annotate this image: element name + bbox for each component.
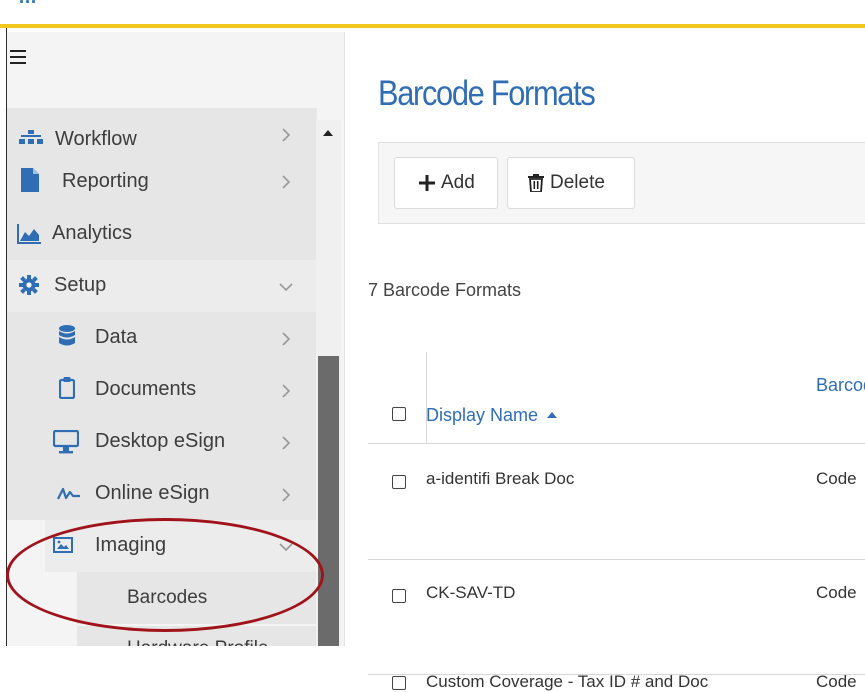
sidebar-item-data[interactable]: Data bbox=[7, 312, 317, 364]
add-button[interactable]: Add bbox=[394, 157, 498, 209]
gear-icon bbox=[19, 275, 39, 295]
sort-ascending-icon bbox=[547, 412, 558, 418]
chevron-down-icon bbox=[279, 283, 293, 292]
sidebar-item-label: Analytics bbox=[52, 222, 133, 244]
signature-icon bbox=[57, 487, 81, 501]
column-divider bbox=[426, 352, 427, 444]
chevron-right-icon bbox=[282, 488, 291, 502]
delete-button[interactable]: Delete bbox=[507, 157, 635, 209]
chevron-right-icon bbox=[282, 175, 291, 189]
sidebar-item-label: Documents bbox=[95, 378, 197, 400]
database-icon bbox=[59, 325, 75, 347]
select-all-checkbox[interactable] bbox=[392, 407, 406, 421]
sidebar-item-label: Desktop eSign bbox=[95, 430, 226, 452]
chevron-down-icon bbox=[279, 543, 293, 552]
sidebar-item-documents[interactable]: Documents bbox=[7, 364, 317, 416]
toolbar: Add Delete bbox=[378, 142, 865, 224]
sidebar-item-setup[interactable]: Setup bbox=[7, 260, 317, 312]
main-content: Barcode Formats Add Delete 7 Barcode For… bbox=[346, 32, 865, 691]
delete-label: Delete bbox=[550, 172, 605, 193]
sidebar-item-label: Imaging bbox=[95, 534, 167, 556]
sidebar-item-label: Reporting bbox=[62, 170, 149, 192]
row-divider bbox=[368, 559, 865, 560]
column-header-barcode-type[interactable]: Barcode Type bbox=[816, 368, 865, 403]
sidebar-item-imaging[interactable]: Imaging bbox=[45, 520, 317, 572]
sidebar-item-workflow[interactable]: Workflow bbox=[7, 108, 317, 160]
row-checkbox[interactable] bbox=[392, 475, 406, 489]
image-icon bbox=[53, 537, 73, 553]
sidebar-item-label: Online eSign bbox=[95, 482, 210, 504]
sidebar: Workflow Reporting Analytics Setup Data bbox=[7, 32, 345, 646]
table-cell-barcode-type: Code bbox=[816, 672, 857, 691]
record-count: 7 Barcode Formats bbox=[368, 280, 522, 300]
top-bar bbox=[0, 0, 865, 28]
table-cell-display-name[interactable]: Custom Coverage - Tax ID # and Doc bbox=[426, 672, 708, 692]
hamburger-menu-icon[interactable] bbox=[10, 50, 26, 64]
sidebar-item-label: Data bbox=[95, 326, 138, 348]
table-cell-barcode-type: Code bbox=[816, 583, 857, 602]
sidebar-item-label: Setup bbox=[54, 274, 107, 296]
add-label: Add bbox=[441, 172, 475, 193]
desktop-icon bbox=[53, 430, 79, 454]
table-cell-display-name[interactable]: a-identifi Break Doc bbox=[426, 469, 574, 489]
area-chart-icon bbox=[17, 224, 41, 244]
table-cell-display-name[interactable]: CK-SAV-TD bbox=[426, 583, 515, 603]
workflow-icon bbox=[19, 130, 43, 144]
row-checkbox[interactable] bbox=[392, 676, 406, 690]
sidebar-item-label: Workflow bbox=[55, 128, 137, 150]
chevron-right-icon bbox=[282, 436, 291, 450]
scroll-up-arrow-icon[interactable] bbox=[323, 130, 333, 136]
clipboard-icon bbox=[59, 377, 75, 399]
chevron-right-icon bbox=[282, 384, 291, 398]
plus-icon bbox=[419, 175, 435, 191]
sidebar-item-label: Barcodes bbox=[127, 587, 208, 608]
sidebar-item-label: Hardware Profile bbox=[127, 638, 269, 646]
sidebar-item-desktop-esign[interactable]: Desktop eSign bbox=[7, 416, 317, 468]
chevron-right-icon bbox=[282, 128, 291, 142]
chevron-right-icon bbox=[282, 332, 291, 346]
sidebar-item-barcodes[interactable]: Barcodes bbox=[77, 572, 317, 624]
trash-icon bbox=[528, 174, 544, 192]
sidebar-item-hardware-profile[interactable]: Hardware Profile bbox=[77, 626, 317, 646]
sidebar-item-analytics[interactable]: Analytics bbox=[7, 208, 317, 260]
page-title: Barcode Formats bbox=[378, 74, 596, 113]
app-logo bbox=[20, 0, 38, 3]
sidebar-item-reporting[interactable]: Reporting bbox=[7, 156, 317, 208]
column-header-display-name[interactable]: Display Name bbox=[426, 405, 558, 426]
table-cell-barcode-type: Code bbox=[816, 469, 857, 488]
report-icon bbox=[21, 168, 39, 192]
header-divider bbox=[368, 443, 865, 444]
row-checkbox[interactable] bbox=[392, 589, 406, 603]
sidebar-item-online-esign[interactable]: Online eSign bbox=[7, 468, 317, 520]
scrollbar-thumb[interactable] bbox=[318, 356, 339, 646]
